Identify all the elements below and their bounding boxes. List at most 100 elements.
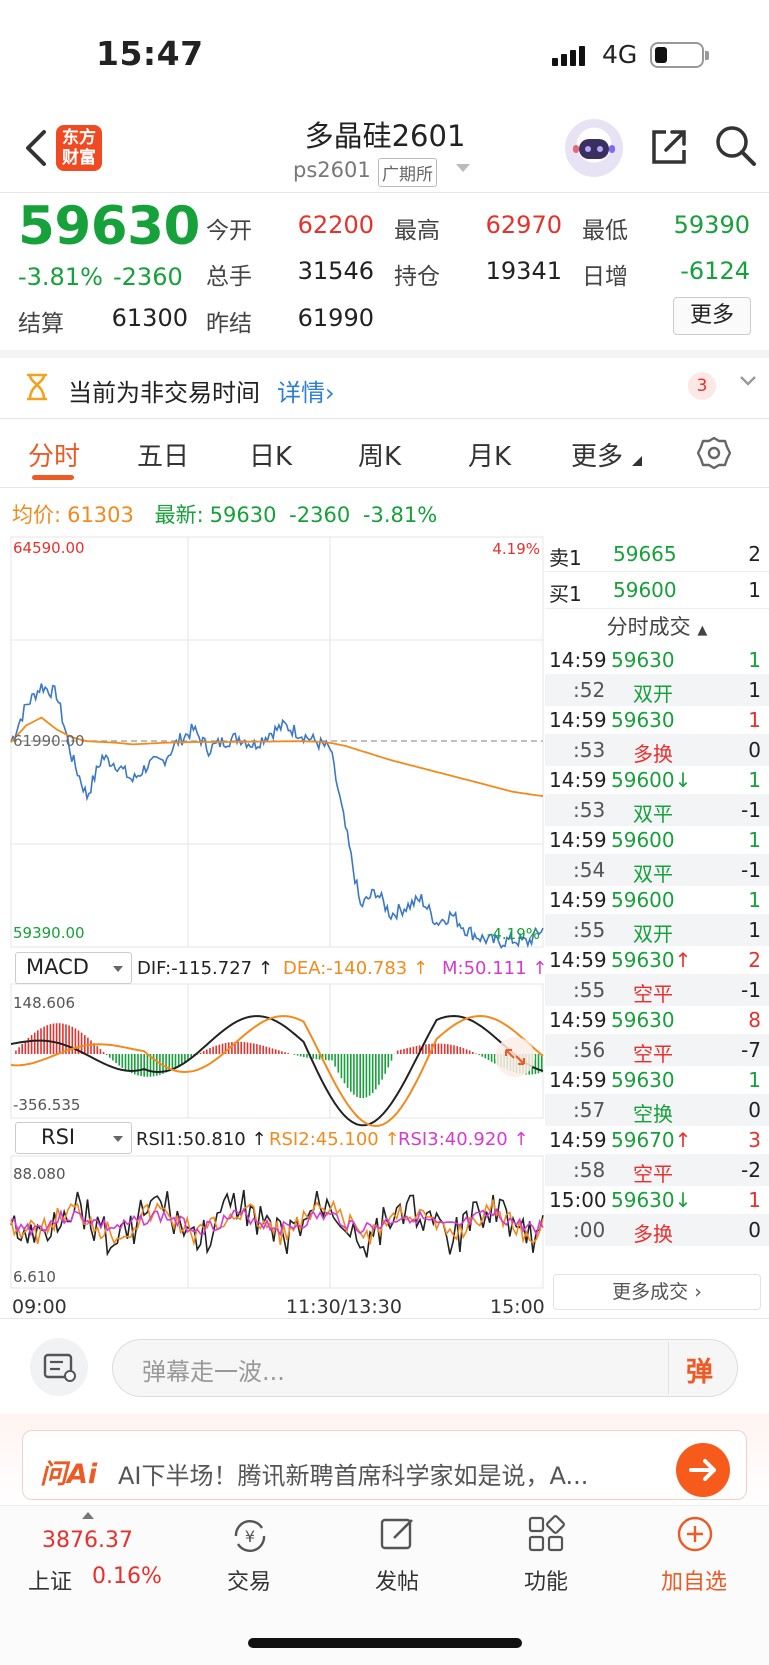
macd-histogram-bar xyxy=(96,1046,99,1054)
trade-row: 14:59 59670↑ 3 xyxy=(549,1128,761,1152)
change-percent: -3.81% xyxy=(18,263,103,291)
index-pct[interactable]: 0.16% xyxy=(92,1564,162,1589)
macd-histogram-bar xyxy=(278,1050,280,1054)
nav-add-watchlist[interactable]: 加自选 xyxy=(644,1564,744,1596)
back-arrow-icon[interactable] xyxy=(18,124,58,172)
high-label: 最高 xyxy=(394,218,440,244)
ai-go-button[interactable] xyxy=(676,1443,730,1497)
macd-min-label: -356.535 xyxy=(13,1096,80,1114)
macd-histogram-bar xyxy=(231,1042,233,1054)
cellular-signal-icon xyxy=(552,46,585,66)
index-value[interactable]: 3876.37 xyxy=(42,1528,133,1553)
instrument-switch-caret-icon[interactable] xyxy=(456,164,470,172)
latest-label: 最新: xyxy=(154,503,204,527)
macd-histogram-bar xyxy=(62,1023,64,1054)
macd-histogram-bar xyxy=(334,1054,336,1067)
ask-row: 卖1 59665 2 xyxy=(545,536,769,572)
macd-histogram-bar xyxy=(303,1054,305,1058)
macd-histogram-bar xyxy=(265,1046,268,1054)
macd-histogram-bar xyxy=(406,1048,408,1054)
macd-histogram-bar xyxy=(281,1051,283,1054)
tab-five-day[interactable]: 五日 xyxy=(137,436,189,473)
danmaku-placeholder: 弹幕走一波... xyxy=(142,1358,285,1386)
volume-label: 总手 xyxy=(206,264,252,290)
rsi-indicator-select[interactable]: RSI xyxy=(15,1122,132,1154)
macd-histogram-bar xyxy=(127,1054,130,1072)
macd-histogram-bar xyxy=(137,1054,139,1076)
more-quote-button[interactable]: 更多 xyxy=(673,297,751,335)
tab-more[interactable]: 更多 xyxy=(571,436,623,473)
macd-histogram-bar xyxy=(475,1053,477,1054)
macd-histogram-bar xyxy=(240,1041,242,1054)
instrument-code[interactable]: ps2601 xyxy=(293,158,371,182)
ai-assistant-avatar[interactable] xyxy=(565,119,623,177)
nav-trade[interactable]: 交易 xyxy=(199,1564,299,1596)
add-watchlist-icon[interactable] xyxy=(675,1514,715,1554)
dif-value: DIF:-115.727 ↑ xyxy=(137,958,273,979)
compose-post-icon[interactable] xyxy=(378,1514,418,1554)
ai-logo: 问Ai xyxy=(40,1459,98,1490)
tab-weekly-k[interactable]: 周K xyxy=(358,436,401,473)
macd-histogram-bar xyxy=(443,1043,446,1054)
trading-status-details-link[interactable]: 详情› xyxy=(277,373,335,408)
macd-histogram-bar xyxy=(400,1049,402,1054)
danmaku-send-button[interactable]: 弹 xyxy=(686,1350,713,1389)
rsi-min-label: 6.610 xyxy=(13,1268,56,1286)
macd-histogram-bar xyxy=(440,1043,443,1054)
macd-histogram-bar xyxy=(359,1054,361,1098)
macd-histogram-bar xyxy=(37,1030,39,1054)
macd-histogram-bar xyxy=(368,1054,371,1096)
x-tick-mid: 11:30/13:30 xyxy=(286,1296,402,1318)
trade-row: 14:59 59630↑ 2 xyxy=(549,948,761,972)
macd-histogram-bar xyxy=(237,1041,239,1054)
macd-histogram-bar xyxy=(490,1054,493,1062)
macd-histogram-bar xyxy=(246,1042,249,1054)
trade-row: 15:00 59630↓ 1 xyxy=(549,1188,761,1212)
dea-value: DEA:-140.783 ↑ xyxy=(283,958,428,979)
high-value: 62970 xyxy=(485,211,562,239)
nav-functions[interactable]: 功能 xyxy=(496,1564,596,1596)
instrument-title: 多晶硅2601 xyxy=(304,119,466,153)
more-trades-button[interactable]: 更多成交 › xyxy=(553,1274,761,1310)
macd-histogram-bar xyxy=(487,1054,490,1061)
macd-histogram-bar xyxy=(174,1054,177,1068)
trade-icon[interactable]: ¥ xyxy=(228,1516,272,1556)
trade-row: :53 双平 -1 xyxy=(545,794,769,826)
trade-row: :55 双开 1 xyxy=(545,914,769,946)
gear-icon[interactable] xyxy=(697,436,731,470)
macd-histogram-bar xyxy=(484,1054,487,1059)
macd-histogram-bar xyxy=(215,1045,217,1054)
tab-daily-k[interactable]: 日K xyxy=(249,436,292,473)
trades-header[interactable]: 分时成交 ▲ xyxy=(545,608,769,644)
tab-intraday[interactable]: 分时 xyxy=(28,436,80,473)
intraday-chart[interactable]: 64590.00 4.19% 61990.00 59390.00 -4.19% … xyxy=(10,536,545,1292)
macd-histogram-bar xyxy=(212,1046,214,1054)
trade-row: :53 多换 0 xyxy=(545,734,769,766)
tab-monthly-k[interactable]: 月K xyxy=(468,436,511,473)
macd-histogram-bar xyxy=(256,1044,258,1054)
y-min-label: 59390.00 xyxy=(13,924,85,942)
share-icon[interactable] xyxy=(648,126,690,168)
macd-indicator-select[interactable]: MACD xyxy=(15,952,132,984)
danmaku-settings-button[interactable] xyxy=(30,1338,88,1396)
avg-price-value: 61303 xyxy=(67,503,134,527)
nav-post[interactable]: 发帖 xyxy=(347,1564,447,1596)
macd-histogram-bar xyxy=(21,1044,23,1054)
macd-histogram-bar xyxy=(218,1044,221,1054)
macd-histogram-bar xyxy=(15,1050,17,1054)
macd-histogram-bar xyxy=(253,1043,255,1054)
index-name[interactable]: 上证 xyxy=(28,1564,72,1596)
settle-label: 结算 xyxy=(18,311,64,337)
macd-histogram-bar xyxy=(55,1023,58,1054)
macd-histogram-bar xyxy=(287,1053,289,1054)
search-icon[interactable] xyxy=(714,124,758,168)
chevron-down-icon[interactable] xyxy=(738,374,758,388)
grid-apps-icon[interactable] xyxy=(526,1514,566,1554)
low-value: 59390 xyxy=(673,211,750,239)
open-value: 62200 xyxy=(297,211,374,239)
macd-histogram-bar xyxy=(109,1054,111,1058)
macd-histogram-bar xyxy=(171,1054,174,1070)
low-label: 最低 xyxy=(582,218,628,244)
expand-chart-icon[interactable] xyxy=(495,1037,535,1077)
trade-row: 14:59 59600 1 xyxy=(549,828,761,852)
